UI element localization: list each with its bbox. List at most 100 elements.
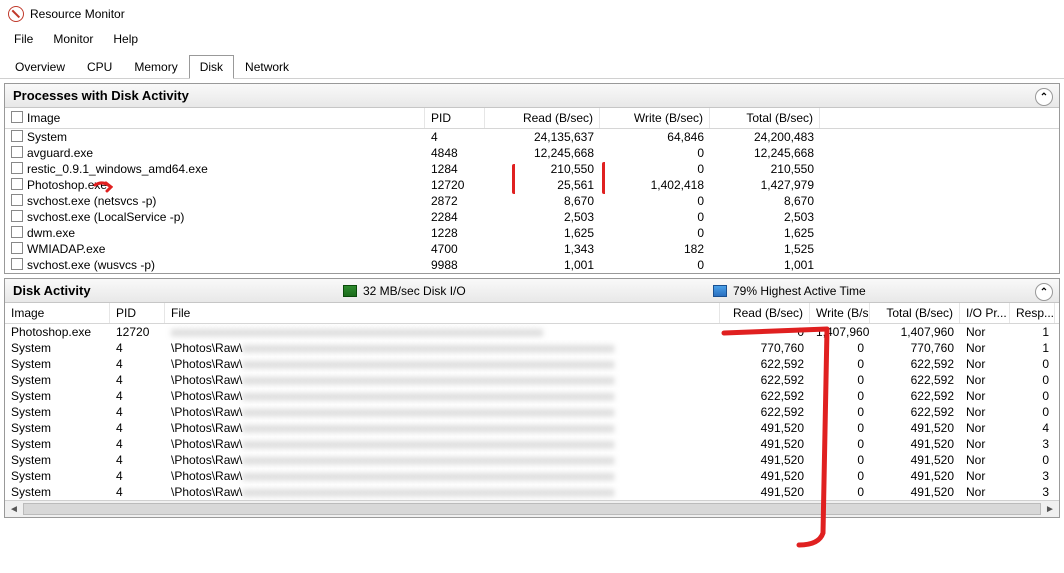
processes-grid-rows[interactable]: System424,135,63764,84624,200,483avguard… xyxy=(5,129,1059,273)
disk-total: 622,592 xyxy=(870,372,960,388)
disk-response: 3 xyxy=(1010,468,1055,484)
tab-network[interactable]: Network xyxy=(234,55,300,79)
checkbox-all[interactable] xyxy=(11,111,23,123)
menubar: File Monitor Help xyxy=(0,28,1064,50)
disk-row[interactable]: System4\Photos\Raw\xxxxxxxxxxxxxxxxxxxxx… xyxy=(5,436,1059,452)
process-row[interactable]: svchost.exe (LocalService -p)22842,50302… xyxy=(5,209,1059,225)
disk-read: 491,520 xyxy=(720,468,810,484)
col-read[interactable]: Read (B/sec) xyxy=(485,108,600,128)
menu-file[interactable]: File xyxy=(6,30,41,48)
process-row[interactable]: avguard.exe484812,245,668012,245,668 xyxy=(5,145,1059,161)
col-response[interactable]: Resp... xyxy=(1010,303,1055,323)
row-checkbox[interactable] xyxy=(11,146,23,158)
process-write: 0 xyxy=(600,161,710,177)
col-total[interactable]: Total (B/sec) xyxy=(870,303,960,323)
disk-write: 0 xyxy=(810,356,870,372)
process-row[interactable]: svchost.exe (netsvcs -p)28728,67008,670 xyxy=(5,193,1059,209)
row-checkbox[interactable] xyxy=(11,194,23,206)
disk-image: System xyxy=(5,372,110,388)
disk-row[interactable]: System4\Photos\Raw\xxxxxxxxxxxxxxxxxxxxx… xyxy=(5,372,1059,388)
process-row[interactable]: dwm.exe12281,62501,625 xyxy=(5,225,1059,241)
col-total[interactable]: Total (B/sec) xyxy=(710,108,820,128)
panel-disk-body: Image PID File Read (B/sec) Write (B/s T… xyxy=(5,303,1059,517)
row-checkbox[interactable] xyxy=(11,130,23,142)
scroll-thumb[interactable] xyxy=(23,503,1041,515)
file-path: \Photos\Raw\ xyxy=(171,469,242,483)
disk-row[interactable]: System4\Photos\Raw\xxxxxxxxxxxxxxxxxxxxx… xyxy=(5,452,1059,468)
disk-image: System xyxy=(5,484,110,500)
row-checkbox[interactable] xyxy=(11,258,23,270)
panel-processes-header[interactable]: Processes with Disk Activity ⌃ xyxy=(5,84,1059,108)
col-write[interactable]: Write (B/sec) xyxy=(600,108,710,128)
row-checkbox[interactable] xyxy=(11,178,23,190)
disk-image: System xyxy=(5,404,110,420)
disk-row[interactable]: System4\Photos\Raw\xxxxxxxxxxxxxxxxxxxxx… xyxy=(5,484,1059,500)
disk-response: 1 xyxy=(1010,324,1055,340)
menu-help[interactable]: Help xyxy=(105,30,146,48)
process-write: 1,402,418 xyxy=(600,177,710,193)
row-checkbox[interactable] xyxy=(11,210,23,222)
row-checkbox[interactable] xyxy=(11,162,23,174)
process-name: System xyxy=(27,130,67,144)
disk-row[interactable]: System4\Photos\Raw\xxxxxxxxxxxxxxxxxxxxx… xyxy=(5,340,1059,356)
col-image[interactable]: Image xyxy=(5,303,110,323)
panel-disk-title: Disk Activity xyxy=(13,283,313,298)
disk-response: 0 xyxy=(1010,388,1055,404)
row-checkbox[interactable] xyxy=(11,226,23,238)
process-row[interactable]: Photoshop.exe1272025,5611,402,4181,427,9… xyxy=(5,177,1059,193)
disk-row[interactable]: System4\Photos\Raw\xxxxxxxxxxxxxxxxxxxxx… xyxy=(5,420,1059,436)
col-file[interactable]: File xyxy=(165,303,720,323)
process-read: 24,135,637 xyxy=(485,129,600,145)
disk-pid: 4 xyxy=(110,404,165,420)
disk-row[interactable]: System4\Photos\Raw\xxxxxxxxxxxxxxxxxxxxx… xyxy=(5,404,1059,420)
disk-pid: 4 xyxy=(110,388,165,404)
col-image[interactable]: Image xyxy=(5,108,425,128)
col-write[interactable]: Write (B/s xyxy=(810,303,870,323)
col-io-priority[interactable]: I/O Pr... xyxy=(960,303,1010,323)
tab-disk[interactable]: Disk xyxy=(189,55,234,79)
process-read: 1,001 xyxy=(485,257,600,273)
process-row[interactable]: System424,135,63764,84624,200,483 xyxy=(5,129,1059,145)
file-path: \Photos\Raw\ xyxy=(171,389,242,403)
process-total: 12,245,668 xyxy=(710,145,820,161)
disk-grid-rows[interactable]: Photoshop.exe12720xxxxxxxxxxxxxxxxxxxxxx… xyxy=(5,324,1059,500)
collapse-icon[interactable]: ⌃ xyxy=(1035,283,1053,301)
file-path: \Photos\Raw\ xyxy=(171,453,242,467)
disk-response: 0 xyxy=(1010,404,1055,420)
process-read: 8,670 xyxy=(485,193,600,209)
process-total: 1,001 xyxy=(710,257,820,273)
disk-io-priority: Nor xyxy=(960,484,1010,500)
process-row[interactable]: restic_0.9.1_windows_amd64.exe1284210,55… xyxy=(5,161,1059,177)
col-pid[interactable]: PID xyxy=(425,108,485,128)
disk-pid: 4 xyxy=(110,356,165,372)
panel-disk-header[interactable]: Disk Activity 32 MB/sec Disk I/O 79% Hig… xyxy=(5,279,1059,303)
disk-row[interactable]: System4\Photos\Raw\xxxxxxxxxxxxxxxxxxxxx… xyxy=(5,356,1059,372)
horizontal-scrollbar[interactable]: ◄ ► xyxy=(5,500,1059,517)
process-total: 1,625 xyxy=(710,225,820,241)
menu-monitor[interactable]: Monitor xyxy=(45,30,101,48)
row-checkbox[interactable] xyxy=(11,242,23,254)
disk-row[interactable]: System4\Photos\Raw\xxxxxxxxxxxxxxxxxxxxx… xyxy=(5,468,1059,484)
collapse-icon[interactable]: ⌃ xyxy=(1035,88,1053,106)
process-pid: 2284 xyxy=(425,209,485,225)
tab-cpu[interactable]: CPU xyxy=(76,55,123,79)
col-read[interactable]: Read (B/sec) xyxy=(720,303,810,323)
disk-response: 3 xyxy=(1010,484,1055,500)
process-row[interactable]: WMIADAP.exe47001,3431821,525 xyxy=(5,241,1059,257)
disk-write: 0 xyxy=(810,340,870,356)
disk-io-priority: Nor xyxy=(960,324,1010,340)
disk-pid: 4 xyxy=(110,468,165,484)
disk-row[interactable]: Photoshop.exe12720xxxxxxxxxxxxxxxxxxxxxx… xyxy=(5,324,1059,340)
scroll-right-icon[interactable]: ► xyxy=(1043,502,1057,516)
col-pid[interactable]: PID xyxy=(110,303,165,323)
disk-write: 0 xyxy=(810,372,870,388)
disk-write: 0 xyxy=(810,484,870,500)
tab-memory[interactable]: Memory xyxy=(123,55,188,79)
file-path: \Photos\Raw\ xyxy=(171,357,242,371)
disk-total: 491,520 xyxy=(870,468,960,484)
disk-row[interactable]: System4\Photos\Raw\xxxxxxxxxxxxxxxxxxxxx… xyxy=(5,388,1059,404)
scroll-left-icon[interactable]: ◄ xyxy=(7,502,21,516)
disk-io-priority: Nor xyxy=(960,388,1010,404)
tab-overview[interactable]: Overview xyxy=(4,55,76,79)
process-row[interactable]: svchost.exe (wusvcs -p)99881,00101,001 xyxy=(5,257,1059,273)
